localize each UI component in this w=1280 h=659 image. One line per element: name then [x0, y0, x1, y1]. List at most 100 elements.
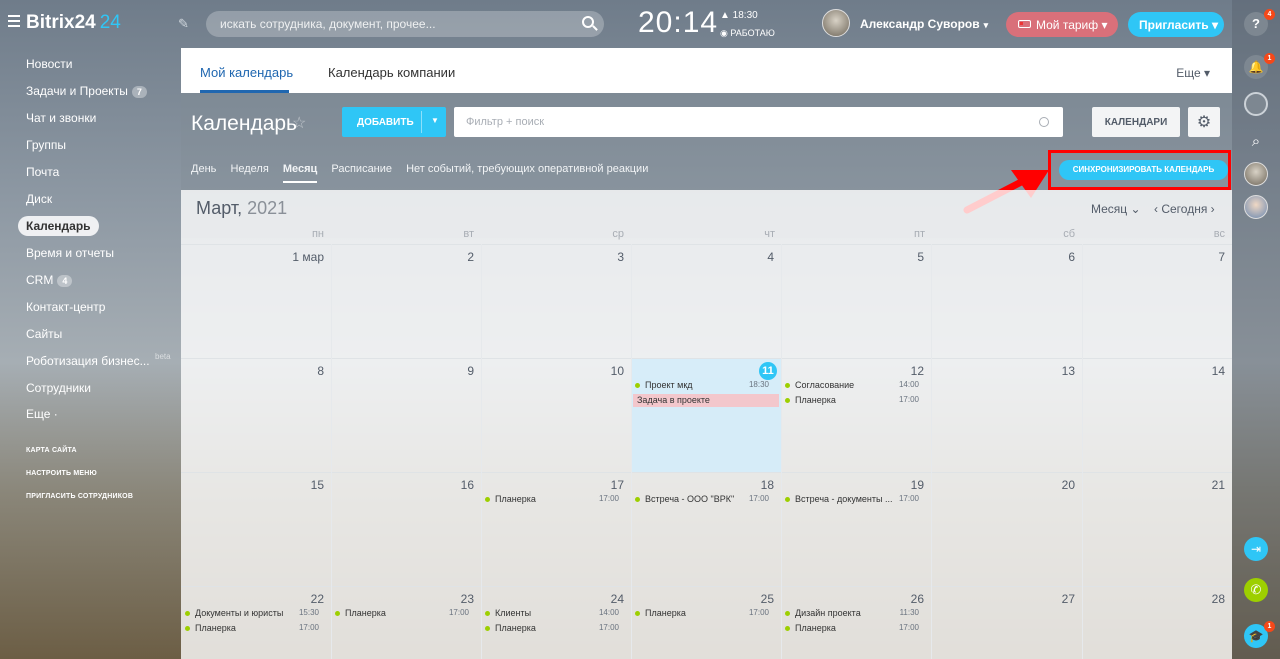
sidebar-item-contact-center[interactable]: Контакт-центр	[26, 300, 105, 314]
view-month[interactable]: Месяц	[282, 163, 318, 183]
day-number[interactable]: 4	[714, 250, 774, 264]
no-events-notice[interactable]: Нет событий, требующих оперативной реакц…	[406, 163, 648, 175]
day-number[interactable]: 12	[864, 364, 924, 378]
view-day[interactable]: День	[191, 163, 216, 175]
battery-icon	[1018, 20, 1031, 28]
divider	[181, 472, 1232, 473]
configure-menu-link[interactable]: НАСТРОИТЬ МЕНЮ	[26, 470, 97, 477]
month-calendar: Март, 2021 Месяц ⌄ ‹ Сегодня › пн вт ср …	[181, 190, 1232, 659]
filter-search-input[interactable]: Фильтр + поиск	[454, 107, 1063, 137]
day-number[interactable]: 23	[414, 592, 474, 606]
day-number[interactable]: 2	[414, 250, 474, 264]
view-week[interactable]: Неделя	[230, 163, 268, 175]
day-number[interactable]: 16	[414, 478, 474, 492]
star-icon[interactable]: ☆	[292, 113, 306, 133]
mode-selector[interactable]: Месяц ⌄	[1091, 202, 1141, 216]
logo[interactable]: Bitrix24 24	[26, 12, 121, 34]
divider	[331, 244, 332, 659]
invite-employees-link[interactable]: ПРИГЛАСИТЬ СОТРУДНИКОВ	[26, 493, 133, 500]
event-dot	[485, 626, 490, 631]
phone-icon[interactable]: ✆	[1244, 578, 1268, 602]
month-title: Март, 2021	[196, 198, 288, 218]
divider	[631, 244, 632, 659]
education-badge: 1	[1264, 621, 1275, 632]
clock[interactable]: 20:14	[638, 6, 718, 40]
tariff-button[interactable]: Мой тариф ▾	[1006, 12, 1118, 37]
day-number[interactable]: 10	[564, 364, 624, 378]
sidebar-item-sites[interactable]: Сайты	[26, 327, 62, 341]
page-title: Календарь	[191, 112, 297, 135]
day-number[interactable]: 19	[864, 478, 924, 492]
view-schedule[interactable]: Расписание	[331, 163, 392, 175]
sidebar-item-crm[interactable]: CRM 4	[26, 273, 73, 287]
sidebar-item-time[interactable]: Время и отчеты	[26, 246, 114, 260]
day-number[interactable]: 5	[864, 250, 924, 264]
search-icon	[1039, 117, 1049, 127]
sidebar-item-groups[interactable]: Группы	[26, 138, 66, 152]
tab-company-calendar[interactable]: Календарь компании	[328, 65, 455, 80]
sidebar-item-calendar[interactable]: Календарь	[18, 216, 99, 236]
open-lines-icon[interactable]: ⇥	[1244, 537, 1268, 561]
divider	[181, 358, 1232, 359]
avatar[interactable]	[1244, 195, 1268, 219]
gear-icon[interactable]: ⚙	[1188, 107, 1220, 137]
day-number[interactable]: 27	[1015, 592, 1075, 606]
today-day-number[interactable]: 11	[759, 362, 777, 380]
day-number[interactable]: 22	[264, 592, 324, 606]
sync-calendar-button[interactable]: СИНХРОНИЗИРОВАТЬ КАЛЕНДАРЬ	[1059, 160, 1228, 180]
search-icon[interactable]: ⌕	[1244, 130, 1268, 154]
avatar[interactable]	[822, 9, 850, 37]
task-event[interactable]: Задача в проекте	[633, 394, 779, 407]
tab-more[interactable]: Еще ▾	[1176, 66, 1210, 80]
calendars-button[interactable]: КАЛЕНДАРИ	[1092, 107, 1180, 137]
sidebar-item-robotization[interactable]: Роботизация бизнес...	[26, 354, 150, 368]
messenger-icon[interactable]	[1244, 92, 1268, 116]
day-number[interactable]: 9	[414, 364, 474, 378]
sidebar-item-mail[interactable]: Почта	[26, 165, 59, 179]
day-number[interactable]: 28	[1165, 592, 1225, 606]
day-number[interactable]: 14	[1165, 364, 1225, 378]
day-number[interactable]: 13	[1015, 364, 1075, 378]
day-number[interactable]: 8	[264, 364, 324, 378]
view-switcher: День Неделя Месяц Расписание Нет событий…	[191, 163, 659, 183]
sidebar-item-employees[interactable]: Сотрудники	[26, 381, 91, 395]
weekday-thu: чт	[764, 228, 775, 240]
count-badge: 4	[57, 275, 73, 287]
sidebar-item-news[interactable]: Новости	[26, 57, 72, 71]
workday-time: ▲ 18:30	[720, 10, 758, 21]
top-bar: Bitrix24 24 ✎ искать сотрудника, документ…	[0, 0, 1232, 48]
day-number[interactable]: 7	[1165, 250, 1225, 264]
day-number[interactable]: 21	[1165, 478, 1225, 492]
sidebar-item-chat[interactable]: Чат и звонки	[26, 111, 96, 125]
chevron-down-icon[interactable]: ▼	[431, 116, 439, 125]
day-number[interactable]: 17	[564, 478, 624, 492]
sitemap-link[interactable]: КАРТА САЙТА	[26, 447, 77, 454]
divider	[481, 244, 482, 659]
sidebar: Новости Задачи и Проекты 7 Чат и звонки Г…	[0, 48, 180, 659]
day-number[interactable]: 1 мар	[264, 250, 324, 264]
weekday-mon: пн	[311, 228, 324, 240]
tab-my-calendar[interactable]: Мой календарь	[200, 65, 293, 80]
day-number[interactable]: 18	[714, 478, 774, 492]
day-number[interactable]: 25	[714, 592, 774, 606]
invite-button[interactable]: Пригласить ▾	[1128, 12, 1224, 37]
sidebar-item-tasks[interactable]: Задачи и Проекты 7	[26, 84, 147, 98]
day-number[interactable]: 26	[864, 592, 924, 606]
calendar-tabs: Мой календарь Календарь компании Еще ▾	[181, 48, 1232, 93]
avatar[interactable]	[1244, 162, 1268, 186]
day-number[interactable]: 15	[264, 478, 324, 492]
today-nav[interactable]: ‹ Сегодня ›	[1154, 202, 1215, 216]
day-number[interactable]: 3	[564, 250, 624, 264]
day-number[interactable]: 24	[564, 592, 624, 606]
sidebar-item-more[interactable]: Еще ·	[26, 407, 58, 421]
event-dot	[635, 497, 640, 502]
day-number[interactable]: 6	[1015, 250, 1075, 264]
search-input[interactable]: искать сотрудника, документ, прочее...	[206, 11, 604, 37]
sidebar-item-disk[interactable]: Диск	[26, 192, 52, 206]
day-number[interactable]: 20	[1015, 478, 1075, 492]
menu-icon[interactable]	[8, 15, 20, 27]
user-menu[interactable]: Александр Суворов ▾	[860, 17, 988, 31]
work-status[interactable]: ◉ РАБОТАЮ	[720, 28, 775, 39]
add-button[interactable]: ДОБАВИТЬ ▼	[342, 107, 446, 137]
edit-icon[interactable]: ✎	[178, 16, 189, 32]
